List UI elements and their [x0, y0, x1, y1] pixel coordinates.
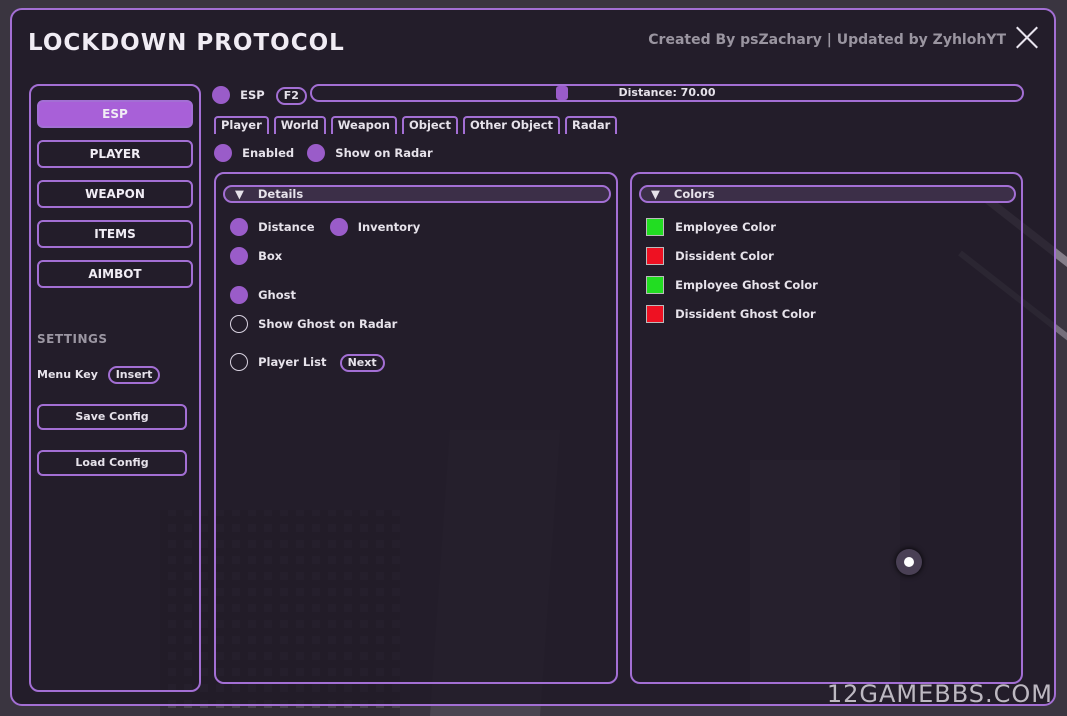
esp-toggle-row: ESP F2 [212, 84, 307, 106]
esp-toggle[interactable] [212, 85, 230, 104]
esp-label: ESP [240, 87, 265, 102]
show-ghost-on-radar-label: Show Ghost on Radar [258, 316, 398, 331]
color-row-dissident-ghost: Dissident Ghost Color [646, 303, 816, 323]
box-toggle[interactable] [230, 246, 248, 265]
colors-header[interactable]: ▼ Colors [639, 185, 1016, 203]
details-header[interactable]: ▼ Details [223, 185, 611, 203]
color-label: Employee Color [675, 219, 776, 234]
triangle-down-icon: ▼ [651, 187, 660, 201]
window-title: LOCKDOWN PROTOCOL [28, 30, 345, 56]
ghost-toggle[interactable] [230, 285, 248, 304]
next-button[interactable]: Next [339, 354, 385, 372]
menu-key-row: Menu Key Insert [37, 366, 161, 384]
menu-key-button[interactable]: Insert [107, 366, 161, 384]
color-row-dissident: Dissident Color [646, 245, 774, 265]
cheat-menu-window: LOCKDOWN PROTOCOL Created By psZachary |… [10, 8, 1056, 706]
color-row-employee: Employee Color [646, 216, 776, 236]
color-label: Dissident Ghost Color [675, 306, 816, 321]
color-label: Dissident Color [675, 248, 774, 263]
enabled-toggle[interactable] [214, 143, 232, 162]
show-ghost-on-radar-toggle[interactable] [230, 314, 248, 333]
save-config-button[interactable]: Save Config [37, 404, 187, 430]
tab-radar[interactable]: Radar [565, 116, 618, 134]
distance-slider[interactable]: Distance: 70.00 [310, 84, 1024, 102]
tab-player[interactable]: Player [214, 116, 269, 134]
inventory-toggle[interactable] [329, 217, 348, 236]
settings-heading: SETTINGS [37, 332, 108, 346]
show-on-radar-toggle[interactable] [307, 143, 326, 162]
player-list-toggle[interactable] [230, 352, 248, 371]
color-label: Employee Ghost Color [675, 277, 818, 292]
esp-tabs: Player World Weapon Object Other Object Radar [214, 114, 622, 134]
enabled-row: Enabled Show on Radar [214, 142, 433, 162]
inventory-label: Inventory [357, 219, 421, 234]
esp-hotkey-button[interactable]: F2 [275, 87, 307, 105]
triangle-down-icon: ▼ [235, 187, 244, 201]
sidebar-item-player[interactable]: PLAYER [37, 140, 193, 168]
box-row: Box [230, 245, 282, 265]
enabled-label: Enabled [242, 145, 295, 160]
show-on-radar-label: Show on Radar [335, 145, 433, 160]
color-swatch[interactable] [646, 217, 664, 236]
tab-object[interactable]: Object [401, 116, 459, 134]
distance-label: Distance [258, 219, 315, 234]
player-list-label: Player List [258, 354, 327, 369]
ghost-label: Ghost [258, 287, 296, 302]
load-config-button[interactable]: Load Config [37, 450, 187, 476]
colors-panel: ▼ Colors Employee Color Dissident Color … [630, 172, 1023, 684]
tab-other-object[interactable]: Other Object [463, 116, 561, 134]
close-icon[interactable] [1014, 24, 1040, 50]
player-list-row: Player List Next [230, 351, 385, 372]
credits-text: Created By psZachary | Updated by Zyhloh… [648, 32, 1006, 48]
show-ghost-on-radar-row: Show Ghost on Radar [230, 313, 397, 333]
color-swatch[interactable] [646, 275, 664, 294]
tab-weapon[interactable]: Weapon [330, 116, 397, 134]
sidebar: ESP PLAYER WEAPON ITEMS AIMBOT SETTINGS … [29, 84, 201, 692]
sidebar-item-aimbot[interactable]: AIMBOT [37, 260, 193, 288]
distance-value: Distance: 70.00 [618, 86, 716, 99]
box-label: Box [258, 248, 283, 263]
sidebar-item-weapon[interactable]: WEAPON [37, 180, 193, 208]
mouse-cursor-icon [896, 549, 922, 575]
distance-toggle[interactable] [230, 217, 248, 236]
color-swatch[interactable] [646, 304, 664, 323]
distance-row: Distance Inventory [230, 216, 420, 236]
sidebar-item-esp[interactable]: ESP [37, 100, 193, 128]
details-title: Details [257, 187, 304, 201]
color-swatch[interactable] [646, 246, 664, 265]
ghost-row: Ghost [230, 284, 296, 304]
sidebar-item-items[interactable]: ITEMS [37, 220, 193, 248]
tab-world[interactable]: World [273, 116, 326, 134]
watermark: 12GAMEBBS.COM [826, 680, 1053, 708]
color-row-employee-ghost: Employee Ghost Color [646, 274, 818, 294]
colors-title: Colors [673, 187, 715, 201]
menu-key-label: Menu Key [37, 368, 98, 381]
details-panel: ▼ Details Distance Inventory Box Ghost S… [214, 172, 618, 684]
